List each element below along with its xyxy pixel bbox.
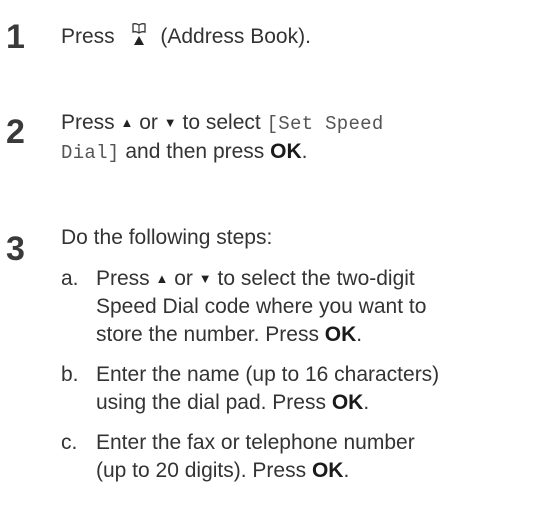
substep-text: Enter the fax or telephone number (up to… — [96, 429, 536, 485]
text-line-3: store the number. Press — [96, 323, 319, 346]
substep-text: Enter the name (up to 16 characters) usi… — [96, 361, 536, 417]
text-period: . — [301, 140, 308, 163]
step-text: Press (Address Book). — [61, 21, 536, 51]
ok-key-label: OK — [270, 140, 302, 163]
text-or: or — [174, 267, 193, 290]
substep-b: b. Enter the name (up to 16 characters) … — [61, 361, 536, 417]
text-period: . — [363, 391, 370, 414]
ok-key-label: OK — [311, 459, 344, 482]
substep-a: a. Press ▲ or ▼ to select the two-digit … — [61, 265, 536, 349]
text-period: . — [356, 323, 363, 346]
text-to-select: to select — [182, 111, 261, 134]
step-2-line-1: Press ▲ or ▼ to select [Set Speed — [61, 109, 536, 138]
step-3: 3 Do the following steps: a. Press ▲ or … — [0, 224, 540, 512]
text-line-2: using the dial pad. Press — [96, 391, 326, 414]
step-text: Do the following steps: — [61, 226, 273, 249]
step-text: Press ▲ or ▼ to select [Set Speed Dial] … — [61, 109, 536, 167]
text-line-2: Speed Dial code where you want to — [96, 295, 427, 318]
substep-list: a. Press ▲ or ▼ to select the two-digit … — [61, 265, 536, 505]
substep-letter: c. — [61, 431, 78, 454]
down-arrow-icon: ▼ — [163, 115, 177, 130]
text-line-1: to select the two-digit — [217, 267, 415, 290]
down-arrow-icon: ▼ — [198, 271, 212, 286]
text-line-1: Enter the name (up to 16 characters) — [96, 363, 440, 386]
text-line-2: (up to 20 digits). Press — [96, 459, 307, 482]
substep-c: c. Enter the fax or telephone number (up… — [61, 429, 536, 485]
text-line-1: Enter the fax or telephone number — [96, 431, 415, 454]
text-period: . — [343, 459, 350, 482]
address-book-icon — [125, 21, 153, 49]
step-1: 1 Press (Address Book). — [0, 16, 540, 56]
step-number: 3 — [6, 230, 25, 268]
up-arrow-icon: ▲ — [155, 271, 169, 286]
substep-letter: b. — [61, 363, 79, 386]
text-or: or — [139, 111, 158, 134]
ok-key-label: OK — [331, 391, 364, 414]
text-press: Press — [61, 111, 115, 134]
step-text-press: Press — [61, 25, 115, 48]
menu-option-line-1: [Set Speed — [266, 113, 384, 135]
ok-key-label: OK — [324, 323, 357, 346]
step-2-line-2: Dial] and then press OK. — [61, 138, 536, 167]
substep-letter: a. — [61, 267, 79, 290]
text-and-then-press: and then press — [125, 140, 265, 163]
substep-text: Press ▲ or ▼ to select the two-digit Spe… — [96, 265, 536, 349]
step-number: 1 — [6, 18, 25, 56]
step-2: 2 Press ▲ or ▼ to select [Set Speed Dial… — [0, 109, 540, 179]
menu-option-line-2: Dial] — [61, 142, 120, 164]
text-press: Press — [96, 267, 150, 290]
up-arrow-icon: ▲ — [120, 115, 134, 130]
step-text-address-book: (Address Book). — [160, 25, 311, 48]
step-number: 2 — [6, 113, 25, 151]
